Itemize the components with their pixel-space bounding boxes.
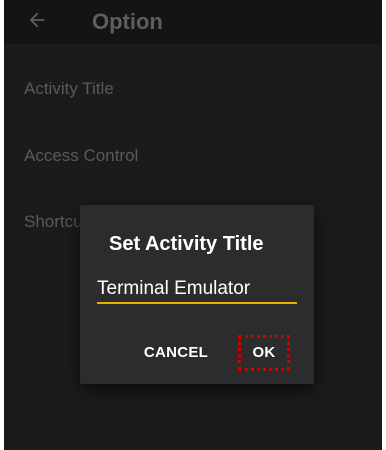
- dialog-title: Set Activity Title: [109, 233, 264, 255]
- pref-item-shortcuts[interactable]: Shortcuts: [24, 211, 80, 233]
- ok-button[interactable]: OK: [238, 335, 290, 371]
- screen: Option Activity Title Access Control Sho…: [4, 0, 382, 450]
- app-bar: Option: [4, 0, 382, 44]
- pref-item-access-control[interactable]: Access Control: [24, 145, 138, 167]
- dialog-actions: CANCEL OK: [80, 335, 314, 371]
- activity-title-input[interactable]: [97, 275, 297, 304]
- pref-item-activity-title[interactable]: Activity Title: [24, 78, 114, 100]
- set-activity-title-dialog: Set Activity Title CANCEL OK: [80, 205, 314, 384]
- arrow-left-icon[interactable]: [26, 9, 48, 31]
- app-title: Option: [92, 9, 163, 34]
- cancel-button[interactable]: CANCEL: [138, 335, 214, 371]
